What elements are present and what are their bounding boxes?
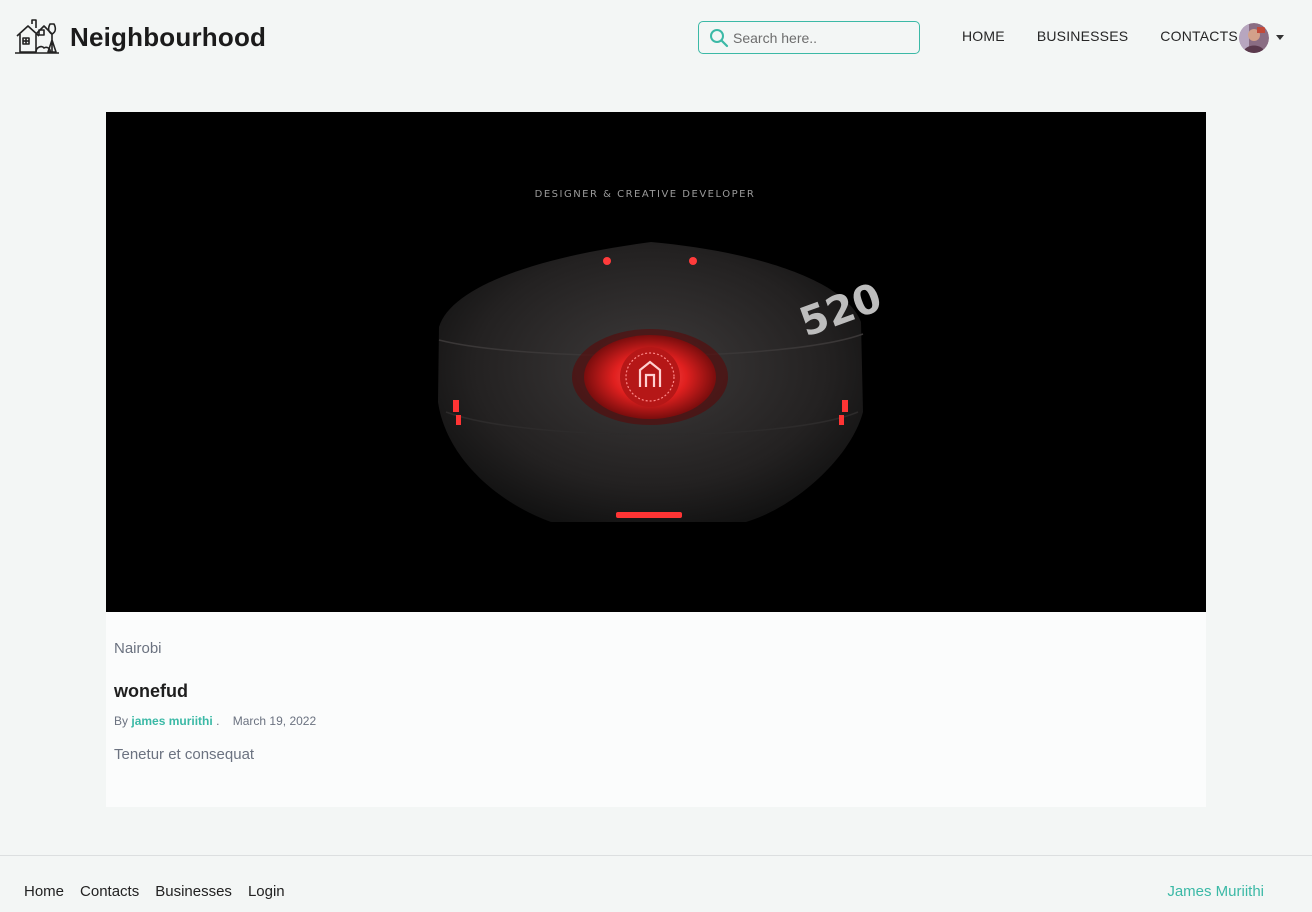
post-card: DESIGNER & CREATIVE DEVELOPER 520 Nairob… [106, 112, 1206, 807]
post-body: Nairobi wonefud By james muriithi . Marc… [106, 640, 1206, 763]
user-avatar[interactable] [1239, 23, 1269, 53]
post-location: Nairobi [114, 640, 162, 657]
post-title[interactable]: wonefud [114, 681, 1198, 702]
nav-contacts[interactable]: CONTACTS [1160, 28, 1238, 44]
footer-links: Home Contacts Businesses Login [24, 883, 301, 900]
post-excerpt: Tenetur et consequat [114, 746, 255, 763]
post-meta: By james muriithi . March 19, 2022 [114, 714, 1198, 728]
navbar: Neighbourhood HOME BUSINESSES CONTACTS [0, 0, 1312, 76]
search-input[interactable] [733, 29, 903, 46]
footer-link-businesses[interactable]: Businesses [155, 883, 232, 900]
search-icon [710, 28, 729, 47]
footer-credit-link[interactable]: James Muriithi [1167, 883, 1264, 900]
footer-link-home[interactable]: Home [24, 883, 64, 900]
brand-name: Neighbourhood [70, 21, 267, 52]
house-tree-icon [15, 19, 59, 54]
search-box [698, 21, 920, 54]
footer-link-login[interactable]: Login [248, 883, 285, 900]
brand-link[interactable]: Neighbourhood [14, 18, 266, 56]
nav-businesses[interactable]: BUSINESSES [1037, 28, 1128, 44]
image-caption-text: DESIGNER & CREATIVE DEVELOPER [535, 189, 756, 200]
by-label: By [114, 714, 129, 728]
footer: Home Contacts Businesses Login James Mur… [0, 855, 1312, 912]
nav-links: HOME BUSINESSES CONTACTS [962, 28, 1270, 44]
footer-link-contacts[interactable]: Contacts [80, 883, 139, 900]
post-date: March 19, 2022 [232, 714, 317, 728]
user-menu-toggle[interactable] [1239, 23, 1284, 53]
nav-home[interactable]: HOME [962, 28, 1005, 44]
meta-separator: . [216, 714, 220, 728]
post-image[interactable]: DESIGNER & CREATIVE DEVELOPER 520 [106, 112, 1206, 612]
caret-down-icon [1276, 34, 1284, 40]
author-link[interactable]: james muriithi [131, 714, 212, 728]
